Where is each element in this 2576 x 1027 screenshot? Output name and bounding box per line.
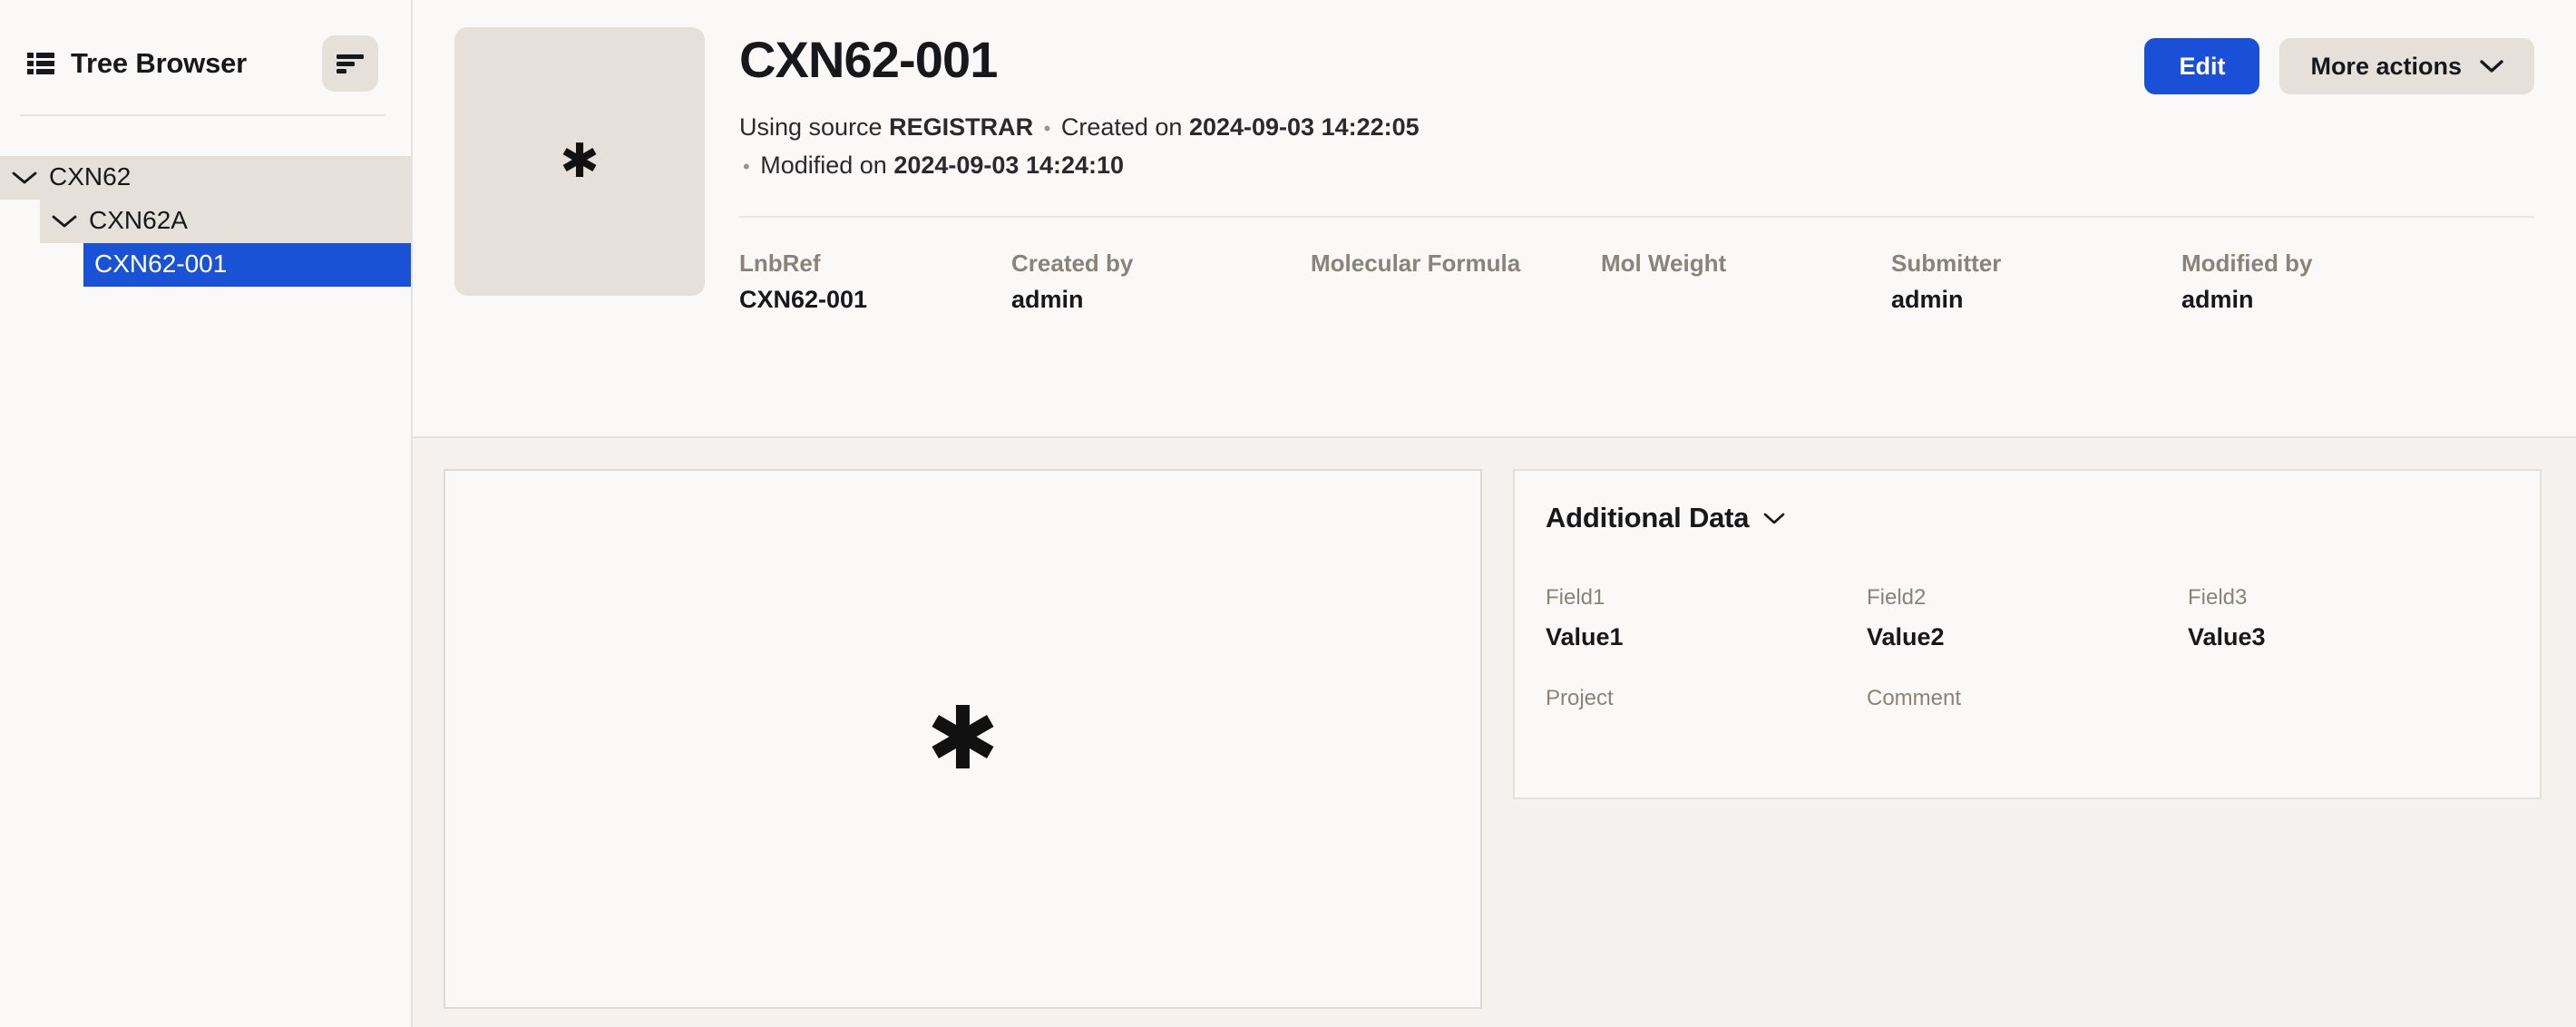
tree-item-row[interactable]: CXN62A xyxy=(40,200,411,243)
structure-card[interactable]: ✱ xyxy=(444,469,1482,1009)
tree-item-cxn62-001[interactable]: CXN62-001 xyxy=(0,243,411,287)
record-field-label: Submitter xyxy=(1891,249,2002,277)
tree-item-row[interactable]: CXN62 xyxy=(0,156,411,200)
record-field: Submitter admin xyxy=(1891,250,2181,315)
chevron-down-icon[interactable] xyxy=(11,164,38,191)
record-field-value: CXN62-001 xyxy=(739,286,868,314)
chevron-down-icon[interactable] xyxy=(51,208,78,235)
created-on-label: Created on xyxy=(1060,113,1183,141)
more-actions-button[interactable]: More actions xyxy=(2279,38,2534,94)
additional-data-field-label: Field2 xyxy=(1867,585,1927,610)
record-header-top: ✱ CXN62-001 Edit More actions Using sour… xyxy=(454,27,2534,314)
record-field: Modified by admin xyxy=(2181,250,2472,315)
side-column: Additional Data Field1 Value1 Field2 Value2… xyxy=(1513,469,2542,1027)
tree-list: CXN62 CXN62A CXN62-001 xyxy=(0,156,411,287)
record-field-label: LnbRef xyxy=(739,249,821,277)
sidebar-title-group: Tree Browser xyxy=(27,47,247,80)
additional-data-field-label: Comment xyxy=(1867,686,1962,711)
tree-item-cxn62a[interactable]: CXN62A xyxy=(0,200,411,243)
tree-item-row[interactable]: CXN62-001 xyxy=(83,243,411,287)
record-field: Created by admin xyxy=(1011,250,1311,315)
edit-button[interactable]: Edit xyxy=(2144,38,2260,94)
tree-item-label: CXN62A xyxy=(89,206,188,234)
record-meta: Using source REGISTRAR • Created on 2024… xyxy=(739,109,2534,185)
additional-data-field-value xyxy=(1546,723,1867,748)
sidebar-divider xyxy=(20,114,385,116)
record-field-label: Created by xyxy=(1011,249,1134,277)
structure-placeholder-icon: ✱ xyxy=(560,135,600,188)
record-meta-line-1: Using source REGISTRAR • Created on 2024… xyxy=(739,109,2534,147)
header-actions: Edit More actions xyxy=(2144,33,2534,94)
record-field-value: admin xyxy=(1011,286,1084,314)
modified-on-label: Modified on xyxy=(760,151,887,179)
record-field-label: Modified by xyxy=(2181,249,2313,277)
record-field: Mol Weight xyxy=(1601,250,1891,315)
additional-data-title: Additional Data xyxy=(1546,502,1750,533)
chevron-down-icon xyxy=(2480,59,2503,73)
main-area: ✱ CXN62-001 Edit More actions Using sour… xyxy=(413,0,2576,1027)
record-field-value: admin xyxy=(2181,286,2254,314)
record-fields-row: LnbRef CXN62-001 Created by admin Molecular … xyxy=(739,250,2534,315)
sort-descending-icon xyxy=(337,54,364,73)
more-actions-label: More actions xyxy=(2310,52,2462,80)
additional-data-field-value: Value3 xyxy=(2188,622,2266,650)
additional-data-header[interactable]: Additional Data xyxy=(1546,502,2509,534)
record-thumbnail[interactable]: ✱ xyxy=(454,27,705,296)
meta-separator-dot-2: • xyxy=(743,154,750,178)
title-row: CXN62-001 Edit More actions xyxy=(739,31,2534,94)
source-value: REGISTRAR xyxy=(889,113,1034,141)
page-title: CXN62-001 xyxy=(739,31,998,88)
additional-data-field: Field1 Value1 xyxy=(1546,585,1867,651)
additional-data-field: Field3 Value3 xyxy=(2188,585,2509,651)
tree-item-label: CXN62 xyxy=(49,162,132,191)
additional-data-field-value xyxy=(2188,697,2509,722)
tree-item-label: CXN62-001 xyxy=(94,249,228,278)
header-divider xyxy=(739,215,2534,218)
meta-separator-dot: • xyxy=(1043,117,1051,140)
sidebar-header: Tree Browser xyxy=(0,0,411,100)
tree-browser-sidebar: Tree Browser CXN62 CXN62A CXN62-001 xyxy=(0,0,413,1027)
additional-data-field-label: Field1 xyxy=(1546,585,1605,610)
list-icon xyxy=(27,52,54,75)
record-header: ✱ CXN62-001 Edit More actions Using sour… xyxy=(413,0,2576,438)
additional-data-field: Project xyxy=(1546,686,1867,748)
using-source-label: Using source xyxy=(739,113,883,141)
tree-item-cxn62[interactable]: CXN62 xyxy=(0,156,411,200)
structure-placeholder-icon-large: ✱ xyxy=(926,690,1000,787)
additional-data-field-label: Project xyxy=(1546,686,1614,711)
record-field-label: Mol Weight xyxy=(1601,249,1727,277)
sidebar-title: Tree Browser xyxy=(71,47,248,79)
additional-data-field-value xyxy=(1867,723,2188,748)
modified-on-value: 2024-09-03 14:24:10 xyxy=(893,151,1125,179)
sort-button[interactable] xyxy=(322,35,378,92)
record-field-value: admin xyxy=(1891,286,1964,314)
record-field-label: Molecular Formula xyxy=(1311,249,1521,277)
record-meta-line-2: • Modified on 2024-09-03 14:24:10 xyxy=(739,147,2534,185)
record-header-main: CXN62-001 Edit More actions Using source… xyxy=(739,27,2534,314)
additional-data-field-value: Value2 xyxy=(1867,622,1945,650)
app-root: Tree Browser CXN62 CXN62A CXN62-001 ✱ CX… xyxy=(0,0,2576,1027)
record-field: LnbRef CXN62-001 xyxy=(739,250,1011,315)
additional-data-field: Field2 Value2 xyxy=(1867,585,2188,651)
record-field: Molecular Formula xyxy=(1311,250,1601,315)
additional-data-field: Comment xyxy=(1867,686,2188,748)
record-field-value xyxy=(1311,287,1601,314)
additional-data-card: Additional Data Field1 Value1 Field2 Value2… xyxy=(1513,469,2542,799)
created-on-value: 2024-09-03 14:22:05 xyxy=(1188,113,1420,141)
chevron-down-icon xyxy=(1763,512,1785,525)
record-body: ✱ Additional Data Field1 Value1 Field2 Valu… xyxy=(413,438,2576,1027)
additional-data-grid: Field1 Value1 Field2 Value2 Field3 Value3 Proj… xyxy=(1546,585,2509,748)
additional-data-field-label: Field3 xyxy=(2188,585,2248,610)
additional-data-field-value: Value1 xyxy=(1546,622,1624,650)
record-field-value xyxy=(1601,287,1891,314)
additional-data-field xyxy=(2188,686,2509,748)
